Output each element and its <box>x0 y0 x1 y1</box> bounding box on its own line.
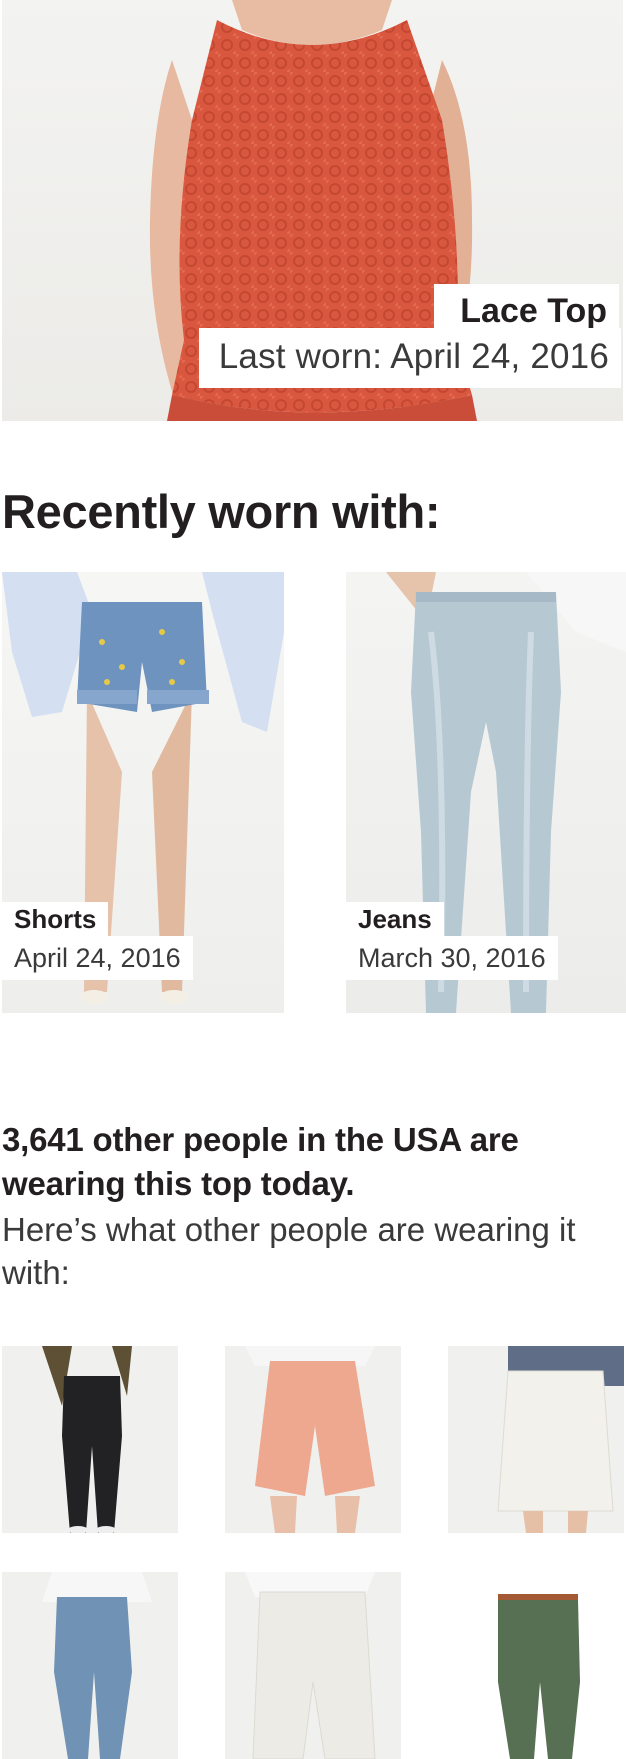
recently-worn-heading: Recently worn with: <box>2 485 441 538</box>
others-wearing-subheading: Here’s what other people are wearing it … <box>2 1211 576 1291</box>
blue-jeans-icon <box>42 1572 152 1759</box>
black-jeans-icon <box>42 1346 132 1533</box>
suggestion-white-shorts[interactable] <box>225 1572 401 1759</box>
recent-item-shorts[interactable]: Shorts April 24, 2016 <box>2 572 284 1013</box>
suggestion-peach-shorts[interactable] <box>225 1346 401 1533</box>
white-shorts-icon <box>245 1572 376 1759</box>
recent-item-date: March 30, 2016 <box>346 936 558 980</box>
recent-item-name: Shorts <box>2 902 109 936</box>
suggestion-white-skirt[interactable] <box>448 1346 624 1533</box>
green-trousers-icon <box>498 1594 580 1759</box>
peach-shorts-icon <box>245 1346 375 1533</box>
hero-image: Lace Top Last worn: April 24, 2016 <box>2 0 623 421</box>
suggestion-black-jeans[interactable] <box>2 1346 178 1533</box>
suggestion-green-trousers[interactable] <box>448 1572 624 1759</box>
item-name-label: Lace Top <box>434 284 619 332</box>
white-skirt-icon <box>497 1346 624 1533</box>
recent-item-date: April 24, 2016 <box>2 936 193 980</box>
suggestion-blue-jeans[interactable] <box>2 1572 178 1759</box>
last-worn-date: Last worn: April 24, 2016 <box>198 328 621 388</box>
others-wearing-heading: 3,641 other people in the USA are wearin… <box>2 1121 519 1202</box>
recent-item-name: Jeans <box>346 902 444 936</box>
recent-item-jeans[interactable]: Jeans March 30, 2016 <box>346 572 626 1013</box>
